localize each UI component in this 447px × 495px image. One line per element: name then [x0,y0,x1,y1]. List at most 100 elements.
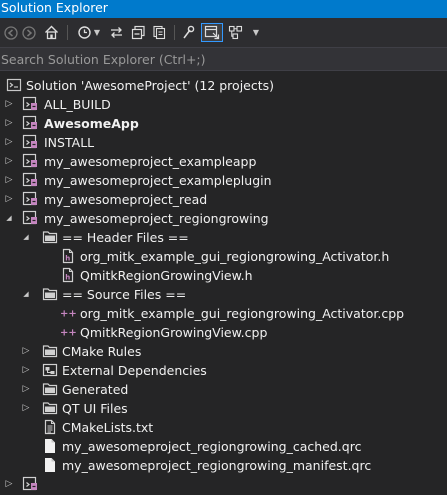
tree-item-label: CMake Rules [62,344,142,359]
tree-item[interactable]: CMakeLists.txt [0,418,447,437]
tree-item[interactable]: h org_mitk_example_gui_regiongrowing_Acti… [0,247,447,266]
tree-item[interactable]: ▷ QT UI Files [0,399,447,418]
cpp-file-icon: ++ [60,324,77,340]
expander-collapsed-icon[interactable]: ▷ [21,383,31,396]
tree-item-label: my_awesomeproject_exampleplugin [44,173,272,188]
expander-expanded-icon[interactable]: ◢ [21,231,31,244]
tree-item-label: AwesomeApp [44,116,139,131]
sync-icon[interactable] [108,23,124,42]
tree-item[interactable]: ▷ my_awesomeproject_exampleapp [0,152,447,171]
solution-icon [6,77,22,93]
filter-icon [42,343,58,359]
tree-item-label: Generated [62,382,129,397]
tree-item-label: my_awesomeproject_read [44,192,208,207]
svg-text:h: h [65,274,70,282]
text-file-icon [42,419,58,435]
tree-item[interactable]: ▷ CMake Rules [0,342,447,361]
tree-item[interactable]: ▷ Generated [0,380,447,399]
header-file-icon: h [60,248,76,264]
tree-item[interactable]: Solution 'AwesomeProject' (12 projects) [0,76,447,95]
tree-item-label: CMakeLists.txt [62,420,154,435]
cpp-file-icon: ++ [60,305,77,321]
filter-icon [42,286,58,302]
expander-collapsed-icon[interactable]: ▷ [4,193,14,206]
home-icon[interactable] [43,23,59,42]
class-view-icon[interactable] [227,23,243,42]
toolbar-separator [67,25,68,40]
svg-text:++: ++ [60,309,76,320]
tree-item[interactable]: ▷ my_awesomeproject_exampleplugin [0,171,447,190]
tree-item-label: my_awesomeproject_exampleapp [44,154,257,169]
tree-item[interactable]: ◢ == Source Files == [0,285,447,304]
file-icon [42,438,58,454]
project-icon [22,476,38,492]
properties-icon[interactable] [181,23,195,42]
expander-expanded-icon[interactable]: ◢ [21,288,31,301]
tree-item[interactable]: my_awesomeproject_regiongrowing_cached.q… [0,437,447,456]
back-icon[interactable] [4,23,18,42]
tree-item-label: QT UI Files [62,401,128,416]
tree-item-label: QmitkRegionGrowingView.h [80,268,253,283]
tree-item-label: my_awesomeproject_regiongrowing_cached.q… [62,439,362,454]
dependencies-icon [42,362,58,378]
project-icon [22,172,38,188]
filter-icon [42,400,58,416]
expander-collapsed-icon[interactable]: ▷ [21,345,31,358]
filter-icon [42,381,58,397]
tree-item[interactable]: ▷ External Dependencies [0,361,447,380]
expander-collapsed-icon[interactable]: ▷ [21,364,31,377]
expander-collapsed-icon[interactable]: ▷ [21,402,31,415]
tree-item-label: INSTALL [44,135,95,150]
project-icon [22,115,38,131]
svg-text:++: ++ [60,328,76,339]
preview-selected-items-icon[interactable] [201,23,223,42]
project-icon [22,153,38,169]
filter-icon [42,229,58,245]
forward-icon[interactable] [22,23,36,42]
tree-item-label: == Source Files == [62,287,187,302]
collapse-all-icon[interactable] [130,23,146,42]
tree-item-label: my_awesomeproject_regiongrowing [44,211,269,226]
tree-item-label: == Header Files == [62,230,189,245]
expander-collapsed-icon[interactable]: ▷ [4,174,14,187]
tree-item-label: Solution 'AwesomeProject' (12 projects) [26,78,275,93]
search-bar [0,47,447,71]
tree-item[interactable]: ◢ == Header Files == [0,228,447,247]
tree-item-label: org_mitk_example_gui_regiongrowing_Activ… [80,249,390,264]
tree-item[interactable]: ▷ my_awesomeproject_read [0,190,447,209]
tree-item[interactable]: my_awesomeproject_regiongrowing_manifest… [0,456,447,475]
chevron-down-icon[interactable]: ▼ [93,23,101,42]
tree-item-label: External Dependencies [62,363,207,378]
tree-item-label: ALL_BUILD [44,97,111,112]
expander-collapsed-icon[interactable]: ▷ [4,136,14,149]
tree-item[interactable]: ▷ [0,475,447,494]
file-icon [42,457,58,473]
tree-item-label: org_mitk_example_gui_regiongrowing_Activ… [80,306,405,321]
tree-item[interactable]: ▷ ALL_BUILD [0,95,447,114]
history-icon[interactable] [76,23,92,42]
tree-item[interactable]: h QmitkRegionGrowingView.h [0,266,447,285]
toolbar: ▼ ▼ [0,18,447,47]
window-title: Solution Explorer [0,0,447,18]
toolbar-separator [174,25,175,40]
expander-collapsed-icon[interactable]: ▷ [4,117,14,130]
expander-collapsed-icon[interactable]: ▷ [4,155,14,168]
project-icon [22,96,38,112]
show-all-files-icon[interactable] [151,23,167,42]
tree-item[interactable]: ++ org_mitk_example_gui_regiongrowing_Act… [0,304,447,323]
tree-item[interactable]: ▷ AwesomeApp [0,114,447,133]
tree-item[interactable]: ◢ my_awesomeproject_regiongrowing [0,209,447,228]
tree-item[interactable]: ▷ INSTALL [0,133,447,152]
tree-item-label: QmitkRegionGrowingView.cpp [80,325,268,340]
project-icon [22,210,38,226]
tree-item[interactable]: ++ QmitkRegionGrowingView.cpp [0,323,447,342]
project-icon [22,134,38,150]
tree-item-label: my_awesomeproject_regiongrowing_manifest… [62,458,372,473]
expander-collapsed-icon[interactable]: ▷ [4,98,14,111]
search-input[interactable] [0,48,441,70]
header-file-icon: h [60,267,76,283]
svg-text:h: h [65,255,70,263]
chevron-down-icon[interactable]: ▼ [252,23,260,42]
project-icon [22,191,38,207]
expander-expanded-icon[interactable]: ◢ [4,212,14,225]
